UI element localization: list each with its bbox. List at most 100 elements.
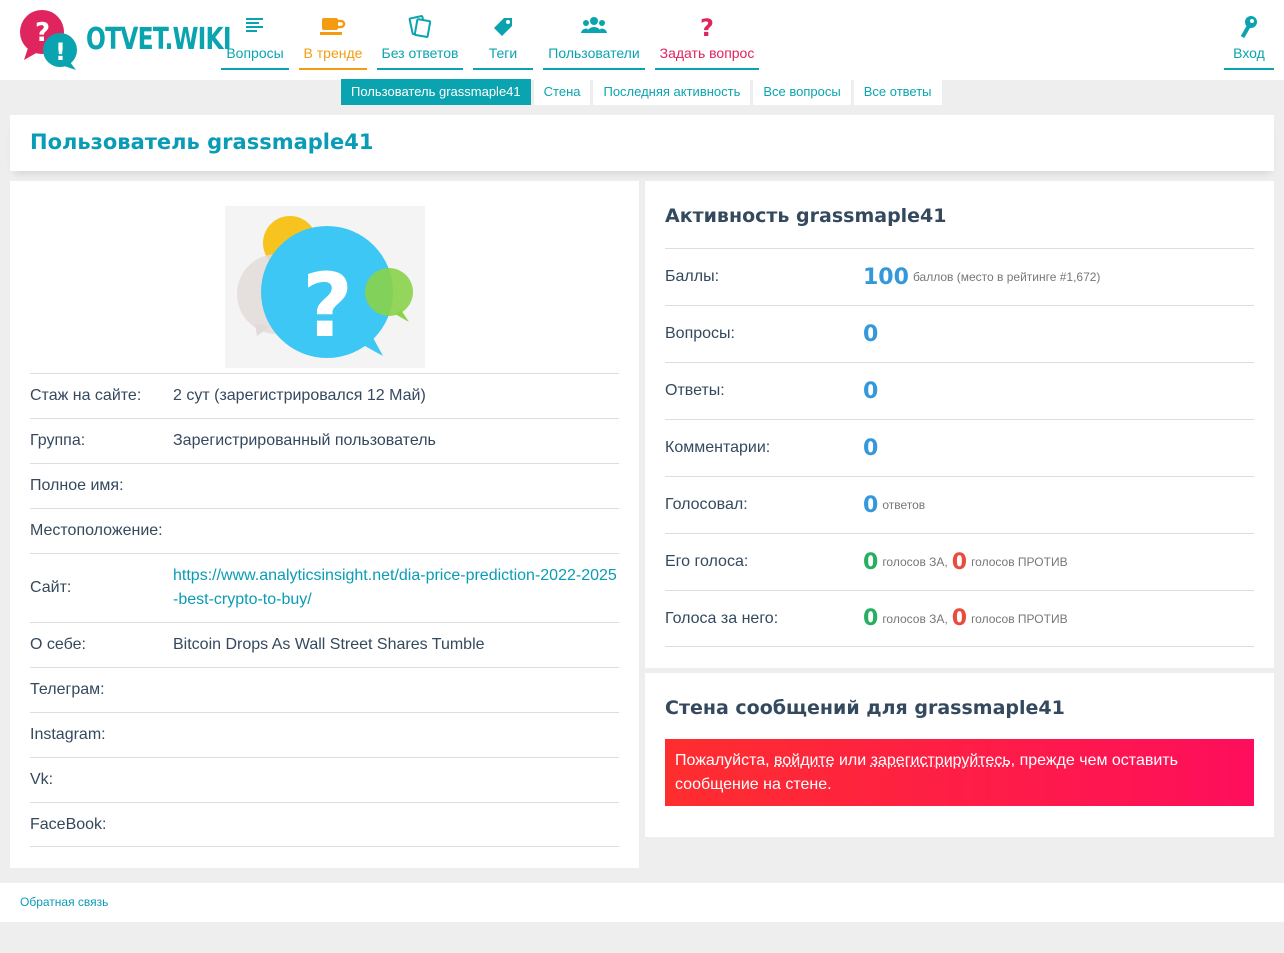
profile-row-about: О себе: Bitcoin Drops As Wall Street Sha…	[30, 622, 619, 667]
activity-table: Баллы: 100 баллов (место в рейтинге #1,6…	[665, 248, 1254, 647]
profile-row-group: Группа: Зарегистрированный пользователь	[30, 418, 619, 463]
profile-key: FaceBook:	[30, 815, 107, 833]
coffee-cup-icon	[299, 14, 367, 42]
activity-panel: Активность grassmaple41 Баллы: 100 балло…	[645, 181, 1274, 668]
profile-key: О себе:	[30, 636, 86, 653]
logo-name: OTVET	[86, 22, 165, 57]
profile-row-tenure: Стаж на сайте: 2 сут (зарегистрировался …	[30, 373, 619, 418]
feedback-link[interactable]: Обратная связь	[20, 895, 108, 909]
logo-bubbles-icon: ? !	[20, 10, 77, 70]
key-icon	[1224, 14, 1274, 42]
votes-for-him-up: 0	[863, 606, 879, 631]
activity-title: Активность grassmaple41	[665, 205, 947, 227]
nav-trending-label: В тренде	[303, 45, 363, 61]
profile-row-telegram: Телеграм:	[30, 667, 619, 712]
profile-subtabs: Пользователь grassmaple41 Стена Последня…	[341, 79, 942, 105]
activity-row-voted: Голосовал: 0 ответов	[665, 476, 1254, 533]
nav-ask-question[interactable]: ? Задать вопрос	[655, 14, 759, 70]
profile-key: Группа:	[30, 432, 86, 449]
profile-key: Местоположение:	[30, 522, 163, 539]
nav-tags-label: Теги	[488, 45, 518, 61]
nav-questions[interactable]: Вопросы	[221, 14, 289, 70]
profile-value: 2 сут (зарегистрировался 12 Май)	[173, 387, 426, 404]
profile-row-facebook: FaceBook:	[30, 802, 619, 847]
site-logo[interactable]: ? ! OTVET.WIKI	[18, 8, 232, 72]
profile-key: Сайт:	[30, 579, 72, 596]
register-link[interactable]: зарегистрируйтесь	[871, 752, 1011, 769]
activity-key: Баллы:	[665, 268, 720, 285]
profile-key: Телеграм:	[30, 681, 105, 698]
svg-text:?: ?	[302, 254, 353, 357]
nav-unanswered-label: Без ответов	[381, 45, 459, 61]
question-mark-icon: ?	[655, 14, 759, 42]
profile-key: Стаж на сайте:	[30, 387, 142, 404]
default-avatar-icon: ?	[225, 206, 425, 368]
his-votes-up: 0	[863, 549, 879, 575]
points-value: 100	[863, 264, 909, 290]
profile-key: Полное имя:	[30, 477, 124, 494]
message-wall-panel: Стена сообщений для grassmaple41 Пожалуй…	[645, 673, 1274, 837]
cards-icon	[377, 14, 463, 42]
activity-row-comments: Комментарии: 0	[665, 419, 1254, 476]
questions-count: 0	[863, 321, 879, 347]
nav-unanswered[interactable]: Без ответов	[377, 14, 463, 70]
his-votes-down-suffix: голосов ПРОТИВ	[971, 555, 1068, 569]
top-header: ? ! OTVET.WIKI Вопросы В тренде Без отве…	[0, 0, 1284, 80]
activity-key: Комментарии:	[665, 439, 771, 456]
votes-for-him-down-suffix: голосов ПРОТИВ	[971, 611, 1068, 626]
login-required-alert: Пожалуйста, войдите или зарегистрируйтес…	[665, 739, 1254, 806]
activity-key: Голосовал:	[665, 496, 748, 513]
alert-prefix: Пожалуйста,	[675, 752, 770, 769]
tab-user[interactable]: Пользователь grassmaple41	[341, 79, 531, 105]
nav-ask-question-label: Задать вопрос	[659, 45, 755, 61]
nav-login-label: Вход	[1233, 45, 1265, 61]
votes-for-him-up-suffix: голосов ЗА,	[882, 611, 948, 626]
list-icon	[221, 14, 289, 42]
logo-dot: .	[164, 22, 173, 57]
tab-recent-activity[interactable]: Последняя активность	[593, 79, 751, 105]
login-link[interactable]: войдите	[774, 752, 834, 769]
profile-key: Instagram:	[30, 726, 106, 743]
svg-text:!: !	[55, 38, 66, 66]
activity-row-votes-for-him: Голоса за него: 0 голосов ЗА, 0 голосов …	[665, 590, 1254, 647]
activity-key: Вопросы:	[665, 325, 735, 342]
footer: Обратная связь	[0, 883, 1284, 922]
profile-row-website: Сайт: https://www.analyticsinsight.net/d…	[30, 553, 619, 622]
nav-questions-label: Вопросы	[226, 45, 284, 61]
activity-key: Его голоса:	[665, 553, 749, 570]
activity-key: Голоса за него:	[665, 609, 779, 627]
tab-wall[interactable]: Стена	[533, 79, 591, 105]
profile-key: Vk:	[30, 771, 54, 788]
tab-all-answers[interactable]: Все ответы	[853, 79, 942, 105]
website-link[interactable]: https://www.analyticsinsight.net/dia-pri…	[173, 567, 617, 608]
activity-row-points: Баллы: 100 баллов (место в рейтинге #1,6…	[665, 248, 1254, 305]
profile-table: Стаж на сайте: 2 сут (зарегистрировался …	[30, 373, 619, 847]
activity-key: Ответы:	[665, 382, 725, 399]
svg-text:?: ?	[35, 18, 50, 48]
wall-title: Стена сообщений для grassmaple41	[665, 697, 1065, 719]
comments-count: 0	[863, 435, 879, 461]
his-votes-down: 0	[951, 549, 968, 575]
users-icon	[543, 14, 645, 42]
activity-row-answers: Ответы: 0	[665, 362, 1254, 419]
tab-all-questions[interactable]: Все вопросы	[753, 79, 851, 105]
his-votes-up-suffix: голосов ЗА,	[882, 555, 948, 569]
tag-icon	[473, 14, 533, 42]
nav-users[interactable]: Пользователи	[543, 14, 645, 70]
voted-count: 0	[863, 492, 879, 518]
profile-row-location: Местоположение:	[30, 508, 619, 553]
activity-row-questions: Вопросы: 0	[665, 305, 1254, 362]
nav-tags[interactable]: Теги	[473, 14, 533, 70]
nav-trending[interactable]: В тренде	[299, 14, 367, 70]
svg-text:?: ?	[700, 14, 714, 40]
logo-text: OTVET.WIKI	[86, 22, 232, 57]
profile-row-vk: Vk:	[30, 757, 619, 802]
nav-login[interactable]: Вход	[1224, 14, 1274, 70]
votes-for-him-down: 0	[951, 606, 968, 631]
voted-suffix: ответов	[882, 498, 926, 512]
avatar: ?	[225, 206, 425, 368]
profile-value: https://www.analyticsinsight.net/dia-pri…	[173, 564, 619, 612]
profile-row-instagram: Instagram:	[30, 712, 619, 757]
profile-row-full-name: Полное имя:	[30, 463, 619, 508]
page-title: Пользователь grassmaple41	[30, 130, 374, 154]
